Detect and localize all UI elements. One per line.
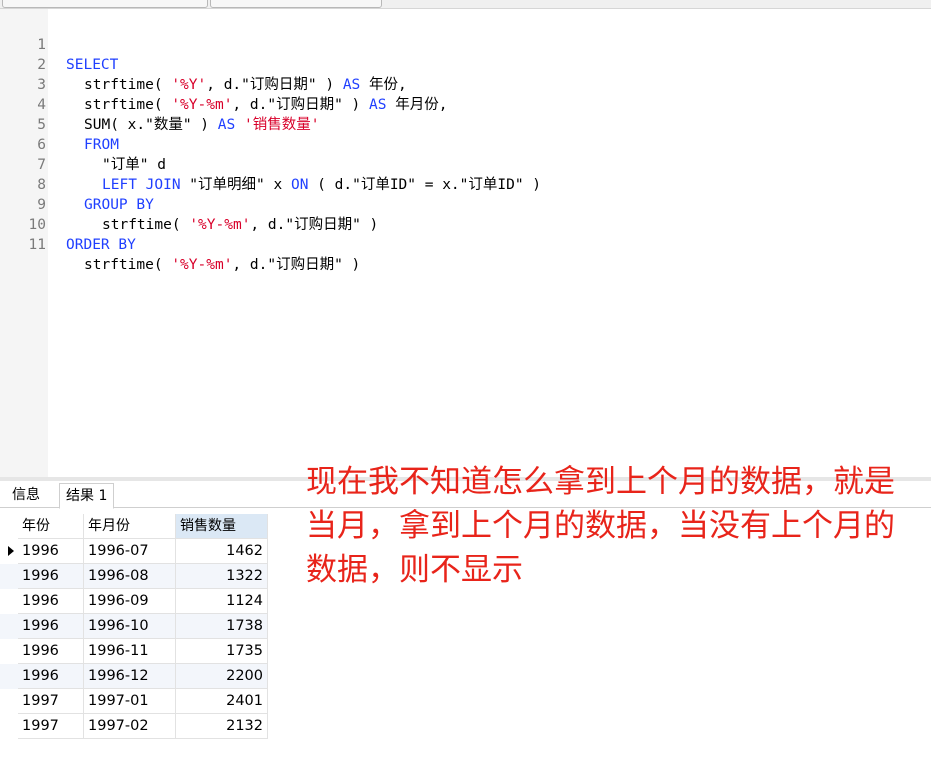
cell-sales-qty[interactable]: 1462 [176, 539, 268, 564]
toolbar-dropdown[interactable] [2, 0, 208, 8]
cell-sales-qty[interactable]: 1735 [176, 639, 268, 664]
cell-year[interactable]: 1996 [18, 639, 84, 664]
sql-keyword: ON [290, 177, 309, 193]
toolbar-connection-dropdown[interactable] [210, 0, 382, 8]
cell-year-month[interactable]: 1997-01 [84, 689, 176, 714]
code-text: strftime( [84, 97, 172, 113]
cell-year[interactable]: 1997 [18, 714, 84, 739]
code-line: 3 strftime( '%Y-%m', d."订购日期" ) AS 年月份, [0, 55, 447, 113]
code-text: SUM( x."数量" ) [84, 117, 218, 133]
table-row[interactable]: 1996 1996-10 1738 [0, 614, 268, 639]
tab-info[interactable]: 信息 [6, 483, 46, 507]
cell-year-month[interactable]: 1996-07 [84, 539, 176, 564]
cell-year-month[interactable]: 1996-12 [84, 664, 176, 689]
cell-year-month[interactable]: 1996-09 [84, 589, 176, 614]
column-header-year-month[interactable]: 年月份 [84, 514, 176, 539]
current-row-indicator-icon [8, 546, 14, 556]
table-row[interactable]: 1996 1996-12 2200 [0, 664, 268, 689]
code-line: 4 SUM( x."数量" ) AS '销售数量' [0, 75, 319, 133]
sql-string: '%Y-%m' [189, 217, 251, 233]
cell-year-month[interactable]: 1996-11 [84, 639, 176, 664]
cell-sales-qty[interactable]: 2401 [176, 689, 268, 714]
code-line: 10 ORDER BY [0, 195, 136, 253]
sql-keyword: LEFT JOIN [102, 177, 181, 193]
line-number: 11 [28, 237, 46, 253]
sql-string: '%Y-%m' [171, 97, 233, 113]
sql-keyword: AS [342, 77, 361, 93]
code-line: 1 SELECT [0, 15, 118, 73]
code-line: 7 LEFT JOIN "订单明细" x ON ( d."订单ID" = x."… [0, 135, 541, 193]
sql-string: '销售数量' [243, 117, 320, 133]
cell-sales-qty[interactable]: 1738 [176, 614, 268, 639]
cell-year[interactable]: 1996 [18, 614, 84, 639]
code-text: "订单明细" x [180, 177, 291, 193]
code-line: 11 strftime( '%Y-%m', d."订购日期" ) [0, 215, 361, 273]
code-text: , d."订购日期" ) [232, 97, 369, 113]
sql-string: '%Y' [171, 77, 207, 93]
cell-year[interactable]: 1997 [18, 689, 84, 714]
code-line: 9 strftime( '%Y-%m', d."订购日期" ) [0, 175, 378, 233]
code-text: 年月份, [386, 97, 448, 113]
table-row[interactable]: 1996 1996-08 1322 [0, 564, 268, 589]
code-text: , d."订购日期" ) [232, 257, 361, 273]
sql-keyword: GROUP BY [84, 197, 154, 213]
sql-keyword: ORDER BY [66, 237, 136, 253]
code-text: , d."订购日期" ) [250, 217, 379, 233]
cell-year[interactable]: 1996 [18, 564, 84, 589]
cell-year[interactable]: 1996 [18, 664, 84, 689]
code-text: "订单" d [102, 157, 166, 173]
code-line: 2 strftime( '%Y', d."订购日期" ) AS 年份, [0, 35, 406, 93]
sql-string: '%Y-%m' [171, 257, 233, 273]
cell-year-month[interactable]: 1997-02 [84, 714, 176, 739]
cell-sales-qty[interactable]: 2132 [176, 714, 268, 739]
column-header-sales-qty[interactable]: 销售数量 [176, 514, 268, 539]
cell-year-month[interactable]: 1996-10 [84, 614, 176, 639]
code-text: 年份, [360, 77, 407, 93]
sql-keyword: AS [217, 117, 236, 133]
row-selector[interactable] [0, 539, 18, 564]
code-line: 6 "订单" d [0, 115, 166, 173]
toolbar [0, 0, 931, 9]
cell-year[interactable]: 1996 [18, 589, 84, 614]
sql-keyword: AS [369, 97, 387, 113]
sql-editor[interactable]: 1 SELECT 2 strftime( '%Y', d."订购日期" ) AS… [0, 9, 931, 477]
annotation-text: 现在我不知道怎么拿到上个月的数据，就是当月，拿到上个月的数据，当没有上个月的数据… [306, 464, 895, 588]
cell-sales-qty[interactable]: 1322 [176, 564, 268, 589]
code-line: 8 GROUP BY [0, 155, 154, 213]
tab-result-1[interactable]: 结果 1 [59, 483, 115, 509]
code-text: strftime( [84, 257, 172, 273]
cell-sales-qty[interactable]: 1124 [176, 589, 268, 614]
sql-keyword: FROM [84, 137, 119, 153]
cell-sales-qty[interactable]: 2200 [176, 664, 268, 689]
code-text: strftime( [84, 77, 172, 93]
code-text: strftime( [102, 217, 190, 233]
code-text: , d."订购日期" ) [206, 77, 343, 93]
sql-keyword: SELECT [66, 57, 119, 73]
cell-year[interactable]: 1996 [18, 539, 84, 564]
column-header-year[interactable]: 年份 [18, 514, 84, 539]
cell-year-month[interactable]: 1996-08 [84, 564, 176, 589]
code-text: ( d."订单ID" = x."订单ID" ) [308, 177, 542, 193]
code-line: 5 FROM [0, 95, 119, 153]
